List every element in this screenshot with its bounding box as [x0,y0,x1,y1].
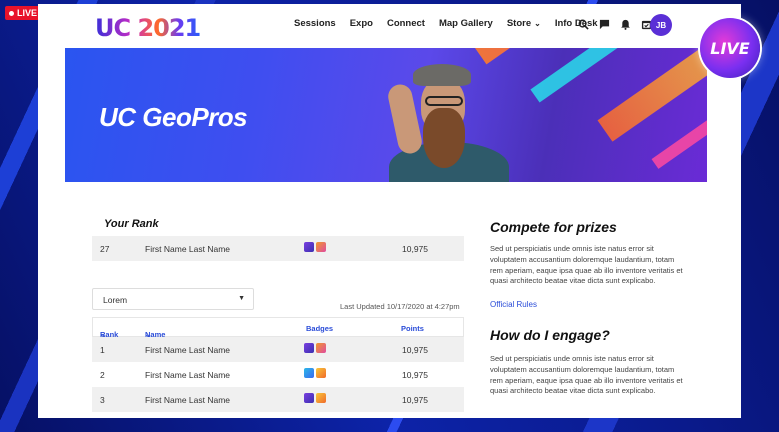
page-title: UC GeoPros [99,102,248,132]
live-label: LIVE [17,8,38,18]
badges-cell [304,393,326,403]
badges-cell [304,368,326,378]
nav-expo[interactable]: Expo [350,18,373,29]
person-glasses [425,96,463,106]
nav-connect[interactable]: Connect [387,18,425,29]
nav-store[interactable]: Store ⌄ [507,18,541,29]
engage-description: Sed ut perspiciatis unde omnis iste natu… [490,354,683,396]
points-cell: 10,975 [402,244,428,254]
last-updated-text: Last Updated 10/17/2020 at 4:27pm [340,302,460,311]
points-cell: 10,975 [402,370,428,380]
official-rules-link[interactable]: Official Rules [490,300,537,309]
badge-icon [304,242,314,252]
badge-icon [316,393,326,403]
compete-heading: Compete for prizes [490,219,617,235]
bell-icon[interactable] [619,18,631,30]
badge-icon [316,242,326,252]
badges-cell [304,242,326,252]
table-row: 3 First Name Last Name 10,975 [92,387,464,412]
nav-icon-group [577,18,652,30]
name-cell: First Name Last Name [145,244,231,254]
live-indicator: LIVE [5,6,43,20]
search-icon[interactable] [577,18,589,30]
chat-icon[interactable] [598,18,610,30]
person-hat [413,64,471,86]
rank-cell: 27 [100,244,110,254]
live-dot-icon [9,10,14,16]
person-arm [385,82,425,156]
caret-down-icon: ▼ [238,295,245,302]
points-cell: 10,975 [402,345,428,355]
name-cell: First Name Last Name [145,345,231,355]
name-cell: First Name Last Name [145,395,231,405]
badges-cell [304,343,326,353]
nav-map-gallery[interactable]: Map Gallery [439,18,493,29]
table-row: 1 First Name Last Name 10,975 [92,337,464,362]
nav-label: Store [506,18,532,29]
nav-sessions[interactable]: Sessions [294,18,336,29]
your-rank-row: 27 First Name Last Name 10,975 [92,236,464,261]
badge-icon [316,368,326,378]
badge-icon [304,393,314,403]
badge-icon [316,343,326,353]
compete-description: Sed ut perspiciatis unde omnis iste natu… [490,244,683,286]
your-rank-heading: Your Rank [104,218,159,230]
points-cell: 10,975 [402,395,428,405]
points-header: Points [401,324,424,333]
select-value: Lorem [103,295,128,305]
engage-heading: How do I engage? [490,327,610,343]
nav-label: Connect [386,18,425,29]
page-frame: UC 2021 Sessions Expo Connect Map Galler… [38,4,741,418]
rank-cell: 1 [100,345,105,355]
rank-cell: 2 [100,370,105,380]
chevron-down-icon: ⌄ [534,19,541,28]
name-cell: First Name Last Name [145,370,231,380]
uc-2021-logo[interactable]: UC 2021 [95,14,201,42]
hero-person-image [383,58,513,182]
badge-icon [304,343,314,353]
badges-header: Badges [306,324,334,333]
leaderboard-table-header: Rank ⌄ Name ⌄ Badges Points [92,317,464,339]
leaderboard-filter-select[interactable]: Lorem ▼ [92,288,254,310]
nav-label: Sessions [294,18,336,29]
avatar[interactable]: JB [650,14,672,36]
top-navigation: UC 2021 Sessions Expo Connect Map Galler… [38,4,741,48]
main-nav: Sessions Expo Connect Map Gallery Store ⌄… [294,18,621,29]
nav-label: Expo [349,18,373,29]
rank-cell: 3 [100,395,105,405]
live-round-badge: LIVE [700,18,760,78]
hero-graphic [597,48,707,142]
table-row: 2 First Name Last Name 10,975 [92,362,464,387]
nav-label: Map Gallery [438,18,493,29]
hero-banner: UC GeoPros [65,48,707,182]
badge-icon [304,368,314,378]
person-beard [423,108,465,168]
